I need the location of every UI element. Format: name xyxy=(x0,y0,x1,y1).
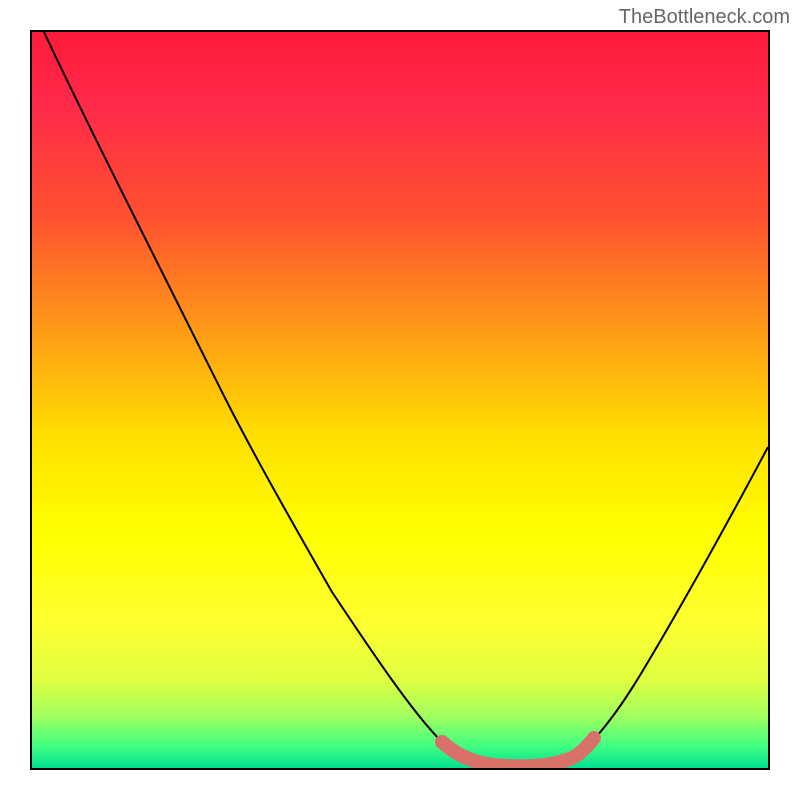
chart-svg xyxy=(32,32,768,768)
chart-container: TheBottleneck.com xyxy=(0,0,800,800)
watermark-text: TheBottleneck.com xyxy=(619,6,790,29)
chart-plot-area xyxy=(30,30,770,770)
optimal-range-highlight xyxy=(442,738,594,766)
optimal-start-dot xyxy=(435,735,449,749)
bottleneck-curve-line xyxy=(44,32,768,766)
